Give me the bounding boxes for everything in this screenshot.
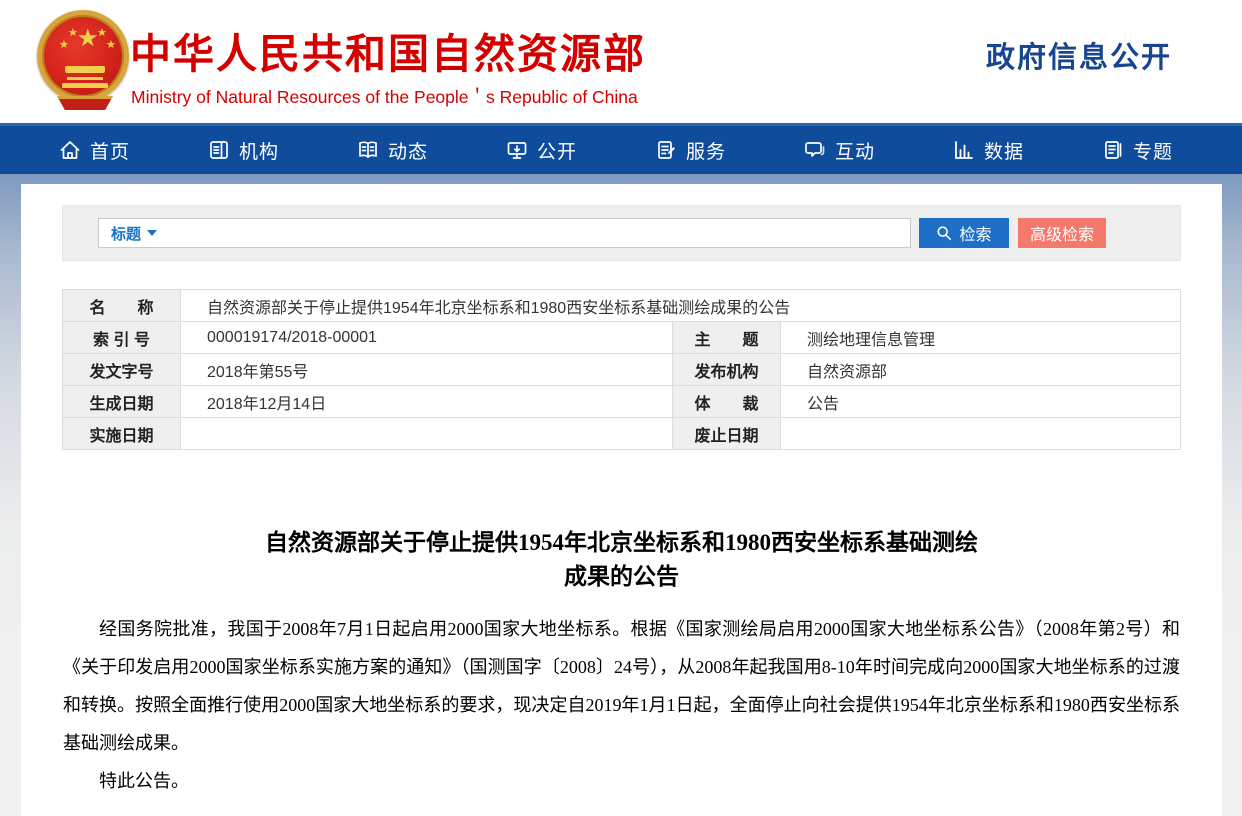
nav-label: 动态	[388, 137, 428, 164]
meta-value-doc-number: 2018年第55号	[181, 354, 673, 386]
content-panel: 标题 检索 高级检索 名 称 自然资源部关于停止提供1954年北京坐标系和198…	[21, 184, 1222, 816]
nav-label: 首页	[90, 137, 130, 164]
organization-icon	[208, 139, 230, 161]
article-title-line1: 自然资源部关于停止提供1954年北京坐标系和1980西安坐标系基础测绘	[63, 526, 1180, 560]
meta-value-subject: 测绘地理信息管理	[781, 322, 1181, 354]
nav-item-organization[interactable]: 机构	[169, 126, 318, 174]
search-field-type-dropdown[interactable]: 标题	[111, 223, 157, 244]
nav-item-services[interactable]: 服务	[616, 126, 765, 174]
meta-label-doc-number: 发文字号	[63, 354, 181, 386]
national-emblem-logo: ★ ★ ★ ★ ★	[35, 8, 135, 116]
site-subtitle: Ministry of Natural Resources of the Peo…	[131, 84, 638, 109]
meta-label-name: 名 称	[63, 290, 181, 322]
article-paragraph: 特此公告。	[63, 762, 1180, 800]
table-row: 索 引 号 000019174/2018-00001 主 题 测绘地理信息管理	[63, 322, 1181, 354]
search-button[interactable]: 检索	[919, 218, 1009, 248]
emblem-star-icon: ★	[77, 24, 99, 53]
search-icon	[936, 225, 952, 241]
article-title-line2: 成果的公告	[63, 560, 1180, 594]
meta-value-issuing-agency: 自然资源部	[781, 354, 1181, 386]
meta-label-subject: 主 题	[673, 322, 781, 354]
advanced-search-button[interactable]: 高级检索	[1018, 218, 1106, 248]
nav-item-news[interactable]: 动态	[318, 126, 467, 174]
table-row: 实施日期 废止日期	[63, 418, 1181, 450]
search-field-type-label: 标题	[111, 223, 141, 244]
meta-label-effective-date: 实施日期	[63, 418, 181, 450]
meta-label-issuing-agency: 发布机构	[673, 354, 781, 386]
meta-label-repeal-date: 废止日期	[673, 418, 781, 450]
nav-item-data[interactable]: 数据	[914, 126, 1063, 174]
nav-item-interaction[interactable]: 互动	[765, 126, 914, 174]
search-input[interactable]	[167, 225, 898, 241]
nav-label: 服务	[686, 137, 726, 164]
emblem-star-icon: ★	[59, 38, 69, 51]
page: ★ ★ ★ ★ ★ 中华人民共和国自然资源部 Ministry of Natur…	[0, 0, 1242, 816]
open-book-icon	[357, 139, 379, 161]
home-icon	[59, 139, 81, 161]
table-row: 发文字号 2018年第55号 发布机构 自然资源部	[63, 354, 1181, 386]
meta-value-index-number: 000019174/2018-00001	[181, 322, 673, 354]
table-row: 生成日期 2018年12月14日 体 裁 公告	[63, 386, 1181, 418]
meta-value-genre: 公告	[781, 386, 1181, 418]
page-title: 政府信息公开	[986, 34, 1172, 76]
journal-icon	[1102, 139, 1124, 161]
nav-label: 互动	[835, 137, 875, 164]
meta-value-repeal-date	[781, 418, 1181, 450]
main-nav: 首页 机构 动态 公开 服务 互动 数据 专题	[0, 123, 1242, 174]
nav-item-disclosure[interactable]: 公开	[467, 126, 616, 174]
document-meta-table: 名 称 自然资源部关于停止提供1954年北京坐标系和1980西安坐标系基础测绘成…	[62, 289, 1181, 450]
caret-down-icon	[147, 230, 157, 236]
emblem-star-icon: ★	[68, 26, 78, 39]
emblem-gate-icon	[65, 66, 105, 73]
meta-value-effective-date	[181, 418, 673, 450]
meta-label-creation-date: 生成日期	[63, 386, 181, 418]
table-row: 名 称 自然资源部关于停止提供1954年北京坐标系和1980西安坐标系基础测绘成…	[63, 290, 1181, 322]
search-bar: 标题 检索 高级检索	[62, 205, 1181, 261]
nav-item-home[interactable]: 首页	[20, 126, 169, 174]
article-paragraph: 经国务院批准，我国于2008年7月1日起启用2000国家大地坐标系。根据《国家测…	[63, 610, 1180, 762]
emblem-ribbon-icon	[57, 96, 113, 110]
meta-label-genre: 体 裁	[673, 386, 781, 418]
advanced-search-label: 高级检索	[1030, 221, 1094, 245]
site-title: 中华人民共和国自然资源部	[130, 20, 646, 80]
document-pencil-icon	[655, 139, 677, 161]
article-body: 经国务院批准，我国于2008年7月1日起启用2000国家大地坐标系。根据《国家测…	[63, 610, 1180, 800]
monitor-disclosure-icon	[506, 139, 528, 161]
nav-label: 数据	[984, 137, 1024, 164]
nav-label: 专题	[1133, 137, 1173, 164]
nav-label: 机构	[239, 137, 279, 164]
meta-label-index-number: 索 引 号	[63, 322, 181, 354]
nav-item-topics[interactable]: 专题	[1063, 126, 1212, 174]
emblem-star-icon: ★	[106, 38, 116, 51]
article-title: 自然资源部关于停止提供1954年北京坐标系和1980西安坐标系基础测绘 成果的公…	[63, 526, 1180, 594]
chat-bubble-icon	[804, 139, 826, 161]
search-field[interactable]: 标题	[98, 218, 911, 248]
bar-chart-icon	[953, 139, 975, 161]
meta-value-creation-date: 2018年12月14日	[181, 386, 673, 418]
announcement-article: 自然资源部关于停止提供1954年北京坐标系和1980西安坐标系基础测绘 成果的公…	[21, 526, 1222, 816]
meta-value-name: 自然资源部关于停止提供1954年北京坐标系和1980西安坐标系基础测绘成果的公告	[181, 290, 1181, 322]
search-button-label: 检索	[959, 221, 991, 245]
site-header: ★ ★ ★ ★ ★ 中华人民共和国自然资源部 Ministry of Natur…	[0, 0, 1242, 123]
nav-label: 公开	[537, 137, 577, 164]
